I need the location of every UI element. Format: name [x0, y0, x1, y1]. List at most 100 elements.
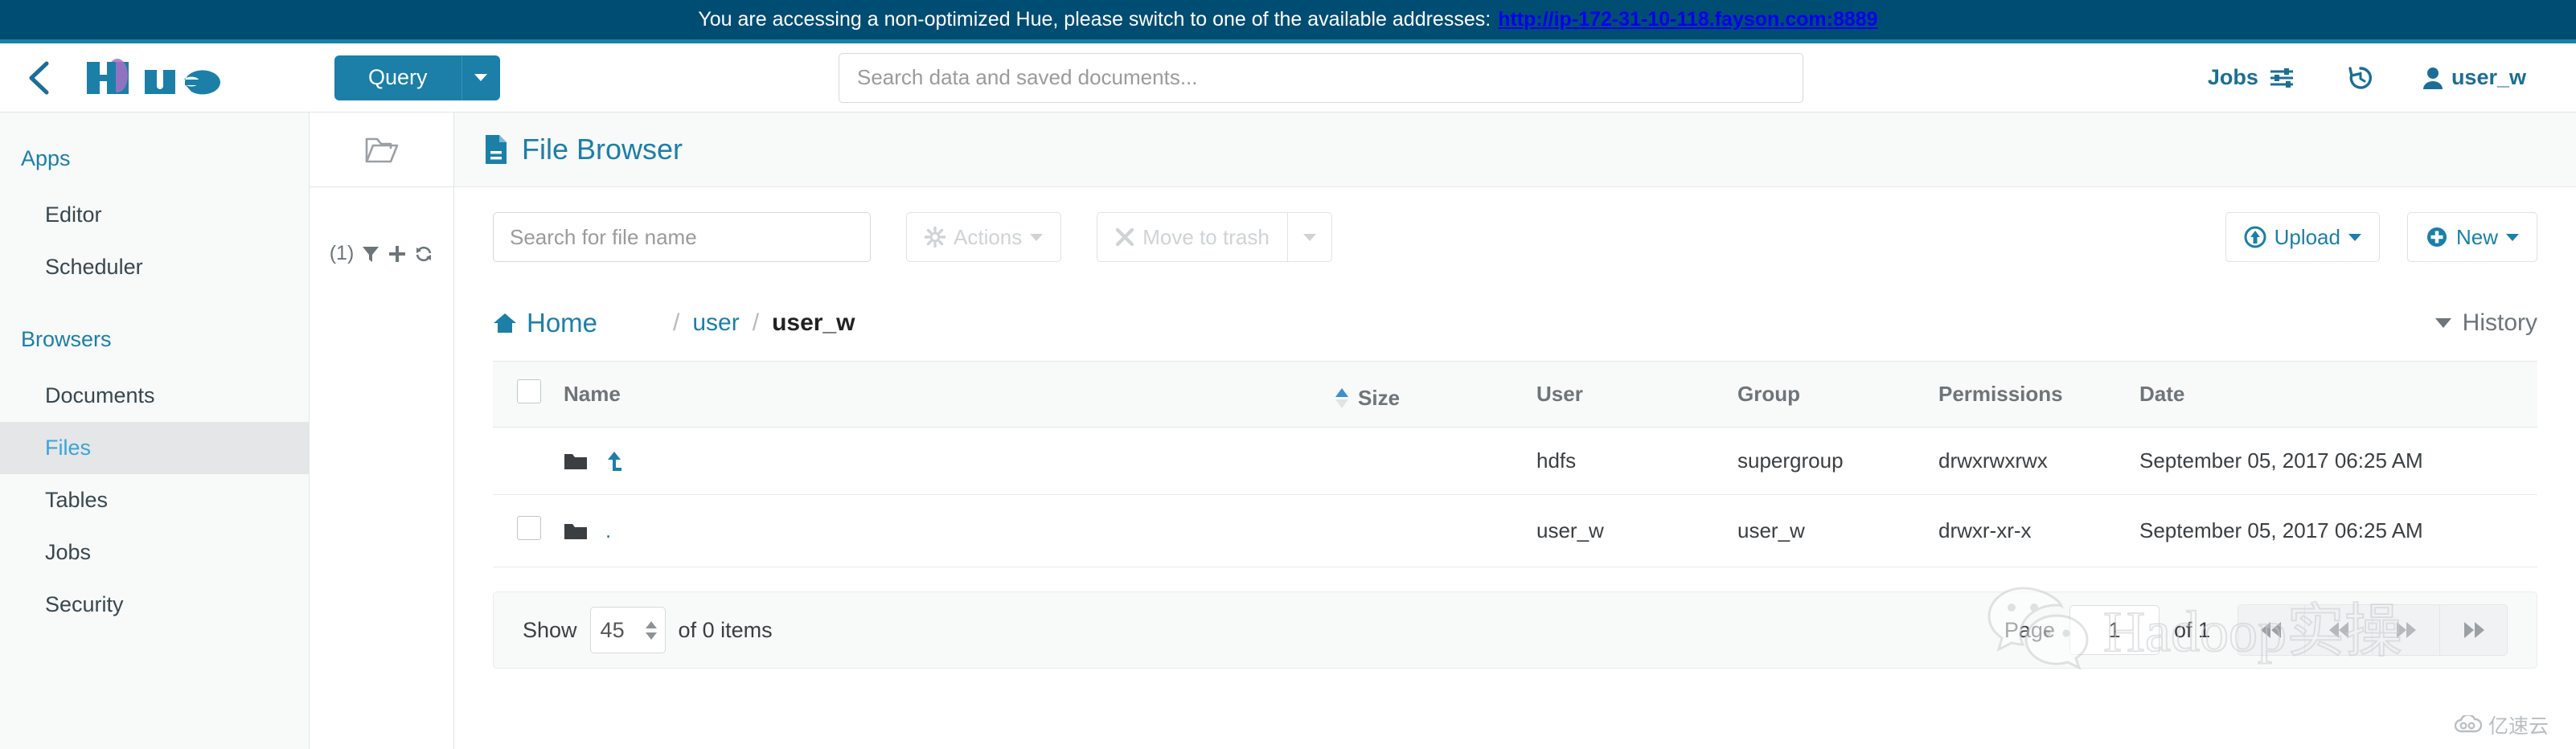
history-clock-icon — [2348, 66, 2372, 89]
table-row[interactable]: hdfs supergroup drwxrwxrwx September 05,… — [493, 427, 2537, 495]
column-header-date-label: Date — [2139, 382, 2185, 406]
select-all-header — [493, 361, 564, 428]
upload-button[interactable]: Upload — [2225, 212, 2380, 262]
history-link[interactable] — [2347, 64, 2374, 92]
global-search-input[interactable] — [839, 52, 1803, 103]
breadcrumb-separator: / — [752, 309, 760, 336]
total-items-label: of 0 items — [678, 617, 773, 642]
page-size-stepper[interactable] — [645, 620, 657, 640]
breadcrumb-item-user[interactable]: user — [692, 309, 739, 337]
row-user-cell: hdfs — [1536, 427, 1737, 495]
new-label: New — [2455, 224, 2498, 249]
sidebar-item-tables[interactable]: Tables — [0, 474, 309, 526]
sidebar-item-editor[interactable]: Editor — [0, 189, 309, 241]
user-icon — [2422, 67, 2443, 89]
history-toggle-label: History — [2462, 309, 2537, 336]
row-size-cell — [1335, 427, 1536, 495]
row-name-cell: . — [564, 494, 1335, 567]
query-dropdown-toggle[interactable] — [461, 55, 500, 100]
home-icon — [494, 313, 516, 333]
page-size-value: 45 — [600, 617, 625, 642]
jobs-link[interactable]: Jobs — [2208, 65, 2295, 90]
chevron-down-icon — [474, 74, 488, 81]
sidebar-item-scheduler[interactable]: Scheduler — [0, 241, 309, 293]
last-page-button[interactable] — [2440, 604, 2508, 656]
file-search-input[interactable] — [493, 212, 871, 262]
sort-ascending-icon — [1335, 388, 1348, 408]
column-header-size-label: Size — [1358, 386, 1401, 410]
folder-icon — [564, 452, 588, 471]
column-header-group[interactable]: Group — [1737, 361, 1938, 428]
back-button[interactable] — [0, 43, 77, 113]
refresh-icon[interactable] — [414, 244, 433, 264]
row-date-cell: September 05, 2017 06:25 AM — [2139, 494, 2537, 567]
current-page-input[interactable]: 1 — [2069, 605, 2160, 655]
total-pages-label: of 1 — [2173, 617, 2210, 642]
assist-panel-header — [310, 113, 453, 187]
gear-icon — [925, 227, 945, 248]
page-label: Page — [2004, 617, 2055, 642]
header-right-group: Jobs user_w — [2208, 64, 2526, 92]
row-permissions-cell: drwxr-xr-x — [1938, 494, 2139, 567]
notice-url-link[interactable]: http://ip-172-31-10-118.fayson.com:8889 — [1498, 8, 1877, 31]
sidebar-group-divider — [0, 293, 309, 327]
row-user-cell: user_w — [1536, 494, 1737, 567]
row-checkbox[interactable] — [517, 516, 541, 540]
move-to-trash-button[interactable]: Move to trash — [1097, 212, 1287, 262]
previous-page-button[interactable] — [2305, 604, 2373, 656]
upload-circle-icon — [2244, 226, 2266, 248]
column-header-name-label: Name — [564, 382, 621, 406]
file-table-container: Name Size User Group Permissions Date hd… — [454, 348, 2576, 567]
jobs-label: Jobs — [2207, 65, 2258, 89]
user-menu[interactable]: user_w — [2422, 65, 2526, 90]
column-header-name[interactable]: Name — [564, 361, 1335, 428]
pagination-bar: Show 45 of 0 items Page 1 of 1 — [493, 591, 2537, 669]
non-optimized-notice-banner: You are accessing a non-optimized Hue, p… — [0, 0, 2576, 43]
stepper-up-icon — [645, 620, 657, 628]
chevron-down-icon — [1030, 233, 1044, 241]
new-button[interactable]: New — [2406, 212, 2537, 262]
history-toggle[interactable]: History — [2434, 309, 2537, 337]
page-title-bar: File Browser — [454, 113, 2576, 187]
sidebar-item-documents[interactable]: Documents — [0, 370, 309, 422]
file-toolbar: Actions Move to trash U — [454, 187, 2576, 264]
row-size-cell — [1335, 494, 1536, 567]
first-page-button[interactable] — [2238, 604, 2305, 656]
breadcrumb-home[interactable]: Home — [493, 308, 597, 338]
left-sidebar: Apps Editor Scheduler Browsers Documents… — [0, 113, 310, 749]
hue-logo[interactable] — [82, 55, 251, 100]
trash-dropdown-toggle[interactable] — [1286, 212, 1332, 262]
previous-page-icon — [2328, 622, 2348, 638]
actions-button[interactable]: Actions — [906, 212, 1062, 262]
actions-label: Actions — [954, 224, 1023, 249]
show-label: Show — [523, 617, 577, 642]
chevron-left-icon — [29, 61, 49, 94]
select-all-checkbox[interactable] — [517, 379, 541, 403]
add-icon[interactable] — [388, 244, 407, 264]
file-table: Name Size User Group Permissions Date hd… — [493, 361, 2537, 567]
table-row[interactable]: . user_w user_w drwxr-xr-x September 05,… — [493, 494, 2537, 567]
row-select-cell — [493, 494, 564, 567]
filter-icon[interactable] — [361, 244, 380, 264]
first-page-icon — [2261, 622, 2281, 638]
column-header-permissions[interactable]: Permissions — [1938, 361, 2139, 428]
page-size-input[interactable]: 45 — [589, 607, 666, 653]
sidebar-item-jobs[interactable]: Jobs — [0, 526, 309, 579]
column-header-permissions-label: Permissions — [1938, 382, 2063, 406]
chevron-down-icon — [1302, 233, 1316, 241]
next-page-icon — [2396, 622, 2416, 638]
file-table-body: hdfs supergroup drwxrwxrwx September 05,… — [493, 427, 2537, 567]
assist-toolbar: (1) — [310, 187, 453, 265]
main-content: File Browser Actions — [454, 113, 2576, 749]
column-header-date[interactable]: Date — [2139, 361, 2537, 428]
query-button[interactable]: Query — [334, 55, 461, 100]
column-header-size[interactable]: Size — [1335, 361, 1536, 428]
next-page-button[interactable] — [2373, 604, 2440, 656]
sidebar-item-security[interactable]: Security — [0, 579, 309, 631]
column-header-user[interactable]: User — [1536, 361, 1737, 428]
row-group-cell: user_w — [1737, 494, 1938, 567]
current-directory-link[interactable]: . — [605, 518, 611, 543]
parent-directory-link[interactable] — [605, 450, 623, 473]
sidebar-group-apps-title: Apps — [21, 146, 71, 170]
sidebar-item-files[interactable]: Files — [0, 422, 309, 474]
